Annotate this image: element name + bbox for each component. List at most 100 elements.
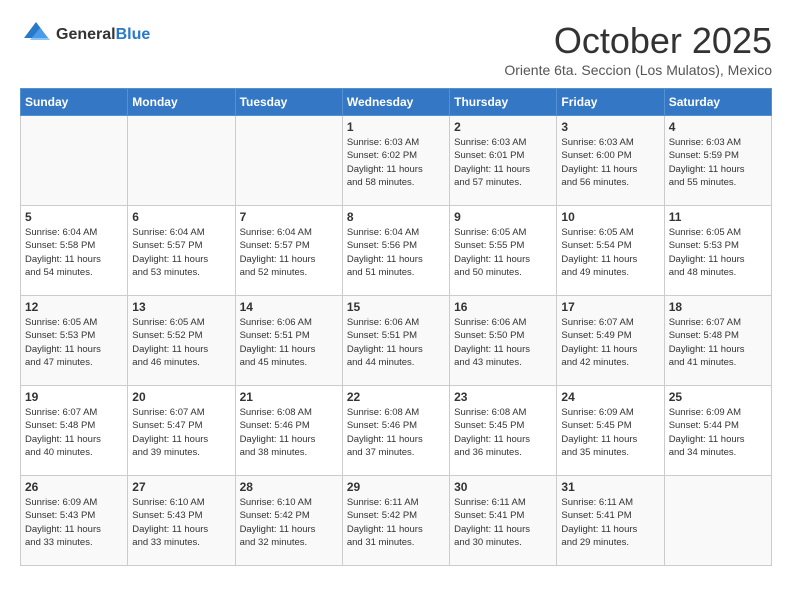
day-number: 13 (132, 300, 230, 314)
calendar-cell: 26 Sunrise: 6:09 AMSunset: 5:43 PMDayligh… (21, 476, 128, 566)
calendar-cell: 31 Sunrise: 6:11 AMSunset: 5:41 PMDayligh… (557, 476, 664, 566)
day-number: 16 (454, 300, 552, 314)
day-info: Sunrise: 6:08 AMSunset: 5:46 PMDaylight:… (347, 406, 445, 459)
day-number: 29 (347, 480, 445, 494)
calendar-cell: 5Sunrise: 6:04 AMSunset: 5:58 PMDaylight… (21, 206, 128, 296)
day-info: Sunrise: 6:09 AMSunset: 5:45 PMDaylight:… (561, 406, 659, 459)
day-info: Sunrise: 6:10 AMSunset: 5:42 PMDaylight:… (240, 496, 338, 549)
day-info: Sunrise: 6:08 AMSunset: 5:46 PMDaylight:… (240, 406, 338, 459)
calendar-cell: 30Sunrise: 6:11 AMSunset: 5:41 PMDayligh… (450, 476, 557, 566)
calendar-cell: 6 Sunrise: 6:04 AMSunset: 5:57 PMDaylight… (128, 206, 235, 296)
header: GeneralBlue October 2025 Oriente 6ta. Se… (20, 20, 772, 78)
calendar-cell: 14 Sunrise: 6:06 AMSunset: 5:51 PMDayligh… (235, 296, 342, 386)
day-info: Sunrise: 6:05 AMSunset: 5:55 PMDaylight:… (454, 226, 552, 279)
title-area: October 2025 Oriente 6ta. Seccion (Los M… (504, 20, 772, 78)
day-info: Sunrise: 6:09 AMSunset: 5:43 PMDaylight:… (25, 496, 123, 549)
day-info: Sunrise: 6:06 AMSunset: 5:51 PMDaylight:… (240, 316, 338, 369)
day-info: Sunrise: 6:04 AMSunset: 5:57 PMDaylight:… (240, 226, 338, 279)
day-info: Sunrise: 6:07 AMSunset: 5:47 PMDaylight:… (132, 406, 230, 459)
week-row-3: 12Sunrise: 6:05 AMSunset: 5:53 PMDayligh… (21, 296, 772, 386)
day-info: Sunrise: 6:05 AMSunset: 5:54 PMDaylight:… (561, 226, 659, 279)
calendar-cell: 17 Sunrise: 6:07 AMSunset: 5:49 PMDayligh… (557, 296, 664, 386)
day-info: Sunrise: 6:05 AMSunset: 5:53 PMDaylight:… (25, 316, 123, 369)
logo-general: General (56, 26, 116, 43)
day-number: 6 (132, 210, 230, 224)
calendar-title: October 2025 (504, 20, 772, 62)
day-info: Sunrise: 6:07 AMSunset: 5:49 PMDaylight:… (561, 316, 659, 369)
calendar-cell (21, 116, 128, 206)
day-header-thursday: Thursday (450, 89, 557, 116)
calendar-cell: 23 Sunrise: 6:08 AMSunset: 5:45 PMDayligh… (450, 386, 557, 476)
calendar-cell: 27 Sunrise: 6:10 AMSunset: 5:43 PMDayligh… (128, 476, 235, 566)
day-info: Sunrise: 6:07 AMSunset: 5:48 PMDaylight:… (25, 406, 123, 459)
day-info: Sunrise: 6:05 AMSunset: 5:52 PMDaylight:… (132, 316, 230, 369)
day-number: 18 (669, 300, 767, 314)
calendar-cell (664, 476, 771, 566)
week-row-4: 19 Sunrise: 6:07 AMSunset: 5:48 PMDayligh… (21, 386, 772, 476)
day-number: 4 (669, 120, 767, 134)
day-number: 19 (25, 390, 123, 404)
calendar-cell: 7 Sunrise: 6:04 AMSunset: 5:57 PMDaylight… (235, 206, 342, 296)
day-info: Sunrise: 6:04 AMSunset: 5:57 PMDaylight:… (132, 226, 230, 279)
day-number: 1 (347, 120, 445, 134)
day-info: Sunrise: 6:08 AMSunset: 5:45 PMDaylight:… (454, 406, 552, 459)
calendar-cell: 4Sunrise: 6:03 AMSunset: 5:59 PMDaylight… (664, 116, 771, 206)
day-number: 5 (25, 210, 123, 224)
day-number: 31 (561, 480, 659, 494)
day-number: 20 (132, 390, 230, 404)
calendar-cell: 2 Sunrise: 6:03 AMSunset: 6:01 PMDaylight… (450, 116, 557, 206)
day-number: 21 (240, 390, 338, 404)
calendar-cell (235, 116, 342, 206)
day-number: 15 (347, 300, 445, 314)
day-info: Sunrise: 6:03 AMSunset: 6:00 PMDaylight:… (561, 136, 659, 189)
week-row-1: 1 Sunrise: 6:03 AMSunset: 6:02 PMDaylight… (21, 116, 772, 206)
day-info: Sunrise: 6:03 AMSunset: 6:02 PMDaylight:… (347, 136, 445, 189)
day-number: 8 (347, 210, 445, 224)
day-number: 26 (25, 480, 123, 494)
day-info: Sunrise: 6:05 AMSunset: 5:53 PMDaylight:… (669, 226, 767, 279)
calendar-cell: 8 Sunrise: 6:04 AMSunset: 5:56 PMDaylight… (342, 206, 449, 296)
calendar-cell: 22Sunrise: 6:08 AMSunset: 5:46 PMDayligh… (342, 386, 449, 476)
calendar-cell: 9 Sunrise: 6:05 AMSunset: 5:55 PMDaylight… (450, 206, 557, 296)
calendar-cell: 28Sunrise: 6:10 AMSunset: 5:42 PMDayligh… (235, 476, 342, 566)
day-info: Sunrise: 6:04 AMSunset: 5:56 PMDaylight:… (347, 226, 445, 279)
day-info: Sunrise: 6:03 AMSunset: 6:01 PMDaylight:… (454, 136, 552, 189)
day-header-wednesday: Wednesday (342, 89, 449, 116)
day-header-saturday: Saturday (664, 89, 771, 116)
day-number: 2 (454, 120, 552, 134)
calendar-cell: 18 Sunrise: 6:07 AMSunset: 5:48 PMDayligh… (664, 296, 771, 386)
logo-blue: Blue (116, 26, 151, 43)
day-info: Sunrise: 6:10 AMSunset: 5:43 PMDaylight:… (132, 496, 230, 549)
calendar-cell: 20 Sunrise: 6:07 AMSunset: 5:47 PMDayligh… (128, 386, 235, 476)
logo: GeneralBlue (20, 20, 150, 49)
day-number: 9 (454, 210, 552, 224)
calendar-cell: 10 Sunrise: 6:05 AMSunset: 5:54 PMDayligh… (557, 206, 664, 296)
calendar-cell (128, 116, 235, 206)
calendar-cell: 11Sunrise: 6:05 AMSunset: 5:53 PMDayligh… (664, 206, 771, 296)
day-number: 7 (240, 210, 338, 224)
calendar-cell: 13 Sunrise: 6:05 AMSunset: 5:52 PMDayligh… (128, 296, 235, 386)
day-number: 30 (454, 480, 552, 494)
logo-icon (20, 20, 52, 44)
day-header-sunday: Sunday (21, 89, 128, 116)
calendar-subtitle: Oriente 6ta. Seccion (Los Mulatos), Mexi… (504, 62, 772, 78)
calendar-cell: 16Sunrise: 6:06 AMSunset: 5:50 PMDayligh… (450, 296, 557, 386)
week-row-5: 26 Sunrise: 6:09 AMSunset: 5:43 PMDayligh… (21, 476, 772, 566)
day-number: 23 (454, 390, 552, 404)
day-number: 14 (240, 300, 338, 314)
day-number: 10 (561, 210, 659, 224)
week-row-2: 5Sunrise: 6:04 AMSunset: 5:58 PMDaylight… (21, 206, 772, 296)
day-number: 25 (669, 390, 767, 404)
day-number: 27 (132, 480, 230, 494)
calendar-cell: 12Sunrise: 6:05 AMSunset: 5:53 PMDayligh… (21, 296, 128, 386)
day-info: Sunrise: 6:07 AMSunset: 5:48 PMDaylight:… (669, 316, 767, 369)
calendar-body: 1 Sunrise: 6:03 AMSunset: 6:02 PMDaylight… (21, 116, 772, 566)
calendar-cell: 25 Sunrise: 6:09 AMSunset: 5:44 PMDayligh… (664, 386, 771, 476)
calendar-cell: 21 Sunrise: 6:08 AMSunset: 5:46 PMDayligh… (235, 386, 342, 476)
calendar-table: SundayMondayTuesdayWednesdayThursdayFrid… (20, 88, 772, 566)
day-info: Sunrise: 6:09 AMSunset: 5:44 PMDaylight:… (669, 406, 767, 459)
calendar-cell: 15Sunrise: 6:06 AMSunset: 5:51 PMDayligh… (342, 296, 449, 386)
day-number: 17 (561, 300, 659, 314)
day-info: Sunrise: 6:11 AMSunset: 5:41 PMDaylight:… (561, 496, 659, 549)
day-header-tuesday: Tuesday (235, 89, 342, 116)
